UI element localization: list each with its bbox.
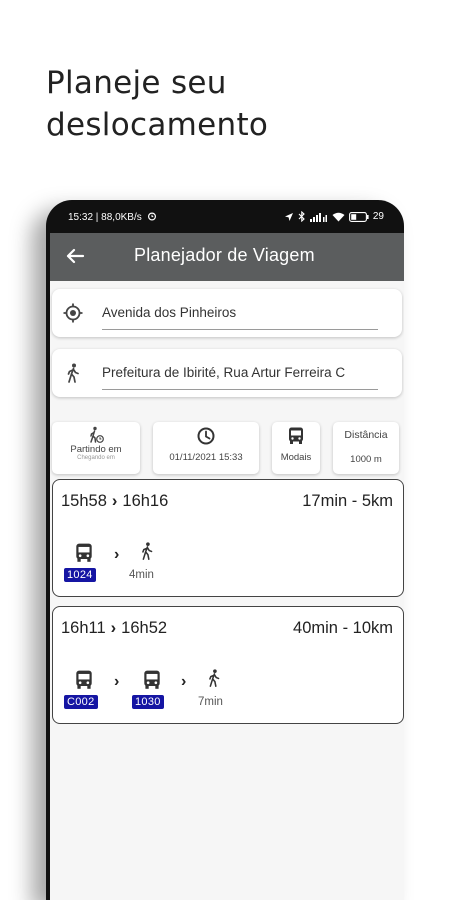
origin-underline — [102, 329, 378, 330]
clock-icon — [197, 427, 215, 445]
signal-icon — [309, 212, 327, 222]
trip-start-time: 16h11 — [61, 619, 106, 637]
back-arrow-icon[interactable] — [64, 245, 86, 267]
planner-content: Avenida dos Pinheiros Prefeitura de Ibir… — [50, 281, 404, 900]
walking-icon — [209, 669, 220, 687]
destination-field[interactable]: Prefeitura de Ibirité, Rua Artur Ferreir… — [52, 349, 402, 397]
bus-icon — [144, 670, 160, 689]
distance-label: Distância — [344, 429, 388, 441]
line-badge: 1030 — [132, 695, 164, 709]
trip-end-time: 16h16 — [122, 492, 169, 510]
headline-line-2: deslocamento — [46, 107, 269, 143]
modes-label: Modais — [280, 452, 312, 463]
departure-mode-option[interactable]: Partindo em Chegando em — [52, 422, 140, 474]
wifi-icon — [332, 212, 345, 221]
trip-summary: 40min - 10km — [293, 619, 393, 637]
trip-times: 16h11 › 16h52 — [61, 619, 167, 638]
line-badge: C002 — [64, 695, 98, 709]
chevron-right-icon: › — [181, 673, 187, 690]
date-time-option[interactable]: 01/11/2021 15:33 — [153, 422, 259, 474]
bus-icon — [76, 670, 92, 689]
status-bar: 15:32 | 88,0KB/s 29 — [46, 200, 404, 233]
phone-frame: 15:32 | 88,0KB/s 29 Planejador de Viagem — [46, 200, 404, 900]
trip-summary: 17min - 5km — [302, 492, 393, 510]
departure-label: Partindo em — [70, 444, 122, 455]
battery-percent: 29 — [372, 211, 384, 222]
trip-option-1[interactable]: 15h58 › 16h16 17min - 5km 1024 › 4min — [52, 479, 404, 597]
location-arrow-icon — [284, 212, 293, 221]
chevron-right-icon: › — [111, 492, 118, 510]
destination-underline — [102, 389, 378, 390]
bus-icon — [76, 543, 92, 562]
battery-icon — [348, 211, 369, 222]
chevron-right-icon: › — [110, 619, 117, 637]
bus-icon — [289, 427, 303, 444]
alarm-icon — [147, 212, 156, 221]
trip-times: 15h58 › 16h16 — [61, 492, 168, 511]
origin-field[interactable]: Avenida dos Pinheiros — [52, 289, 402, 337]
trip-end-time: 16h52 — [121, 619, 168, 637]
arrival-sub-label: Chegando em — [77, 455, 115, 461]
walking-icon — [142, 542, 153, 560]
date-time-value: 01/11/2021 15:33 — [169, 452, 243, 463]
line-badge: 1024 — [64, 568, 96, 582]
my-location-icon[interactable] — [62, 302, 84, 324]
walk-clock-icon — [90, 426, 104, 443]
app-bar: Planejador de Viagem — [50, 233, 404, 281]
trip-option-2[interactable]: 16h11›16h52 40min - 10km C002 › 1030 › — [52, 606, 404, 724]
origin-input[interactable]: Avenida dos Pinheiros — [102, 305, 380, 320]
status-time-speed: 15:32 | 88,0KB/s — [68, 212, 142, 223]
chevron-right-icon: › — [114, 546, 120, 563]
trip-start-time: 15h58 — [61, 492, 107, 510]
walking-icon — [67, 363, 79, 383]
headline: Planeje seu deslocamento — [46, 62, 268, 146]
destination-input[interactable]: Prefeitura de Ibirité, Rua Artur Ferreir… — [102, 365, 380, 380]
walk-duration: 7min — [198, 696, 223, 708]
modes-option[interactable]: Modais — [272, 422, 320, 474]
page-title: Planejador de Viagem — [134, 245, 315, 265]
distance-value: 1000 m — [350, 454, 382, 465]
bluetooth-icon — [298, 211, 305, 222]
chevron-right-icon: › — [114, 673, 120, 690]
headline-line-1: Planeje seu — [46, 65, 227, 101]
distance-option[interactable]: Distância 1000 m — [333, 422, 399, 474]
walk-duration: 4min — [129, 569, 154, 581]
